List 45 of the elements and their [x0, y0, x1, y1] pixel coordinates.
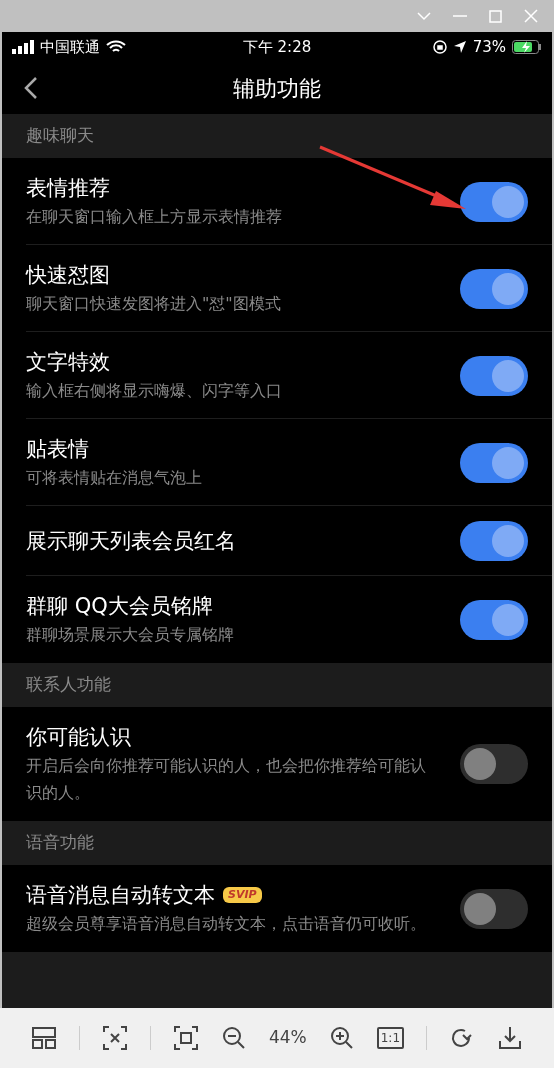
toggle-switch[interactable] — [460, 599, 528, 640]
zoom-out-icon[interactable] — [220, 1025, 247, 1051]
signal-icon — [12, 40, 34, 54]
fullscreen-icon[interactable] — [172, 1025, 199, 1051]
page-title: 辅助功能 — [233, 74, 321, 103]
toggle-switch[interactable] — [460, 268, 528, 309]
zoom-in-icon[interactable] — [328, 1025, 355, 1051]
setting-description: 聊天窗口快速发图将进入"怼"图模式 — [26, 293, 282, 315]
section-header: 联系人功能 — [26, 673, 111, 697]
actual-size-button[interactable]: 1:1 — [376, 1027, 405, 1049]
section-header: 趣味聊天 — [26, 124, 94, 148]
location-arrow-icon — [452, 40, 467, 54]
setting-description: 开启后会向你推荐可能认识的人，也会把你推荐给可能认识的人。 — [26, 755, 427, 804]
wifi-icon — [106, 40, 126, 54]
section-header: 语音功能 — [26, 831, 94, 855]
rotation-lock-icon — [432, 40, 447, 54]
toggle-switch[interactable] — [460, 181, 528, 222]
status-time: 下午 2:28 — [241, 36, 313, 58]
setting-title: 文字特效 — [26, 349, 110, 376]
setting-description: 群聊场景展示大会员专属铭牌 — [26, 624, 235, 646]
battery-percentage: 73% — [472, 36, 506, 58]
setting-title: 快速怼图 — [26, 262, 110, 289]
setting-description: 可将表情贴在消息气泡上 — [26, 467, 203, 489]
setting-description: 超级会员尊享语音消息自动转文本，点击语音仍可收听。 — [26, 913, 427, 935]
back-icon[interactable] — [24, 76, 38, 100]
toggle-switch[interactable] — [460, 521, 528, 561]
zoom-level: 44% — [268, 1026, 307, 1050]
toggle-switch[interactable] — [460, 888, 528, 929]
setting-title: 群聊 QQ大会员铭牌 — [26, 593, 213, 620]
download-icon[interactable] — [497, 1025, 524, 1051]
battery-charging-icon — [512, 40, 542, 54]
toggle-switch[interactable] — [460, 355, 528, 396]
svip-badge: SVIP — [223, 887, 262, 903]
setting-description: 输入框右侧将显示嗨爆、闪字等入口 — [26, 380, 283, 402]
setting-title: 展示聊天列表会员红名 — [26, 528, 236, 555]
toggle-switch[interactable] — [460, 442, 528, 483]
setting-description: 在聊天窗口输入框上方显示表情推荐 — [26, 206, 283, 228]
thumbnail-grid-icon[interactable] — [30, 1025, 57, 1051]
fit-screen-icon[interactable] — [101, 1025, 128, 1051]
carrier-name: 中国联通 — [40, 36, 100, 58]
toggle-switch[interactable] — [460, 744, 528, 784]
setting-title: 你可能认识 — [26, 724, 131, 751]
setting-title: 表情推荐 — [26, 175, 110, 202]
setting-title: 语音消息自动转文本 — [26, 882, 215, 909]
setting-title: 贴表情 — [26, 436, 89, 463]
